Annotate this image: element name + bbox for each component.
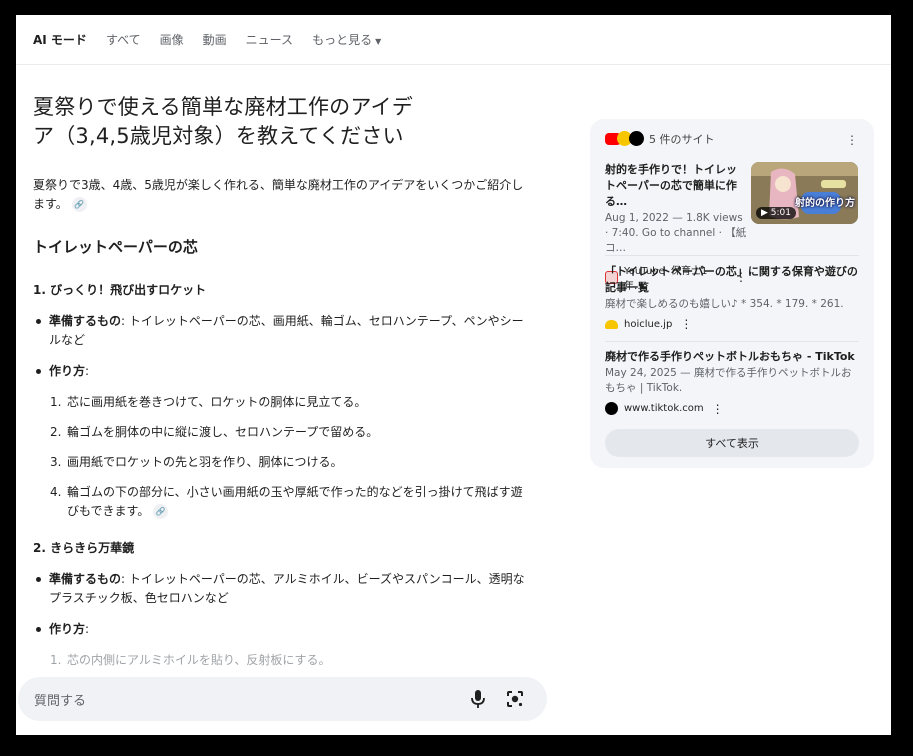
step-number: 3. bbox=[50, 455, 62, 469]
list-item: 作り方: bbox=[33, 620, 533, 639]
tab-more-label: もっと見る bbox=[312, 33, 373, 47]
tab-news[interactable]: ニュース bbox=[246, 31, 293, 48]
ai-answer: 夏祭りで使える簡単な廃材工作のアイデ ア（3,4,5歳児対象）を教えてください … bbox=[33, 93, 533, 681]
step-text: 芯に画用紙を巻きつけて、ロケットの胴体に見立てる。 bbox=[67, 395, 367, 409]
video-duration-text: 5:01 bbox=[770, 208, 792, 218]
search-mode-tabs: AI モード すべて 画像 動画 ニュース もっと見る ▼ bbox=[16, 15, 891, 65]
step-item: 1. 芯の内側にアルミホイルを貼り、反射板にする。 bbox=[50, 651, 533, 670]
ask-placeholder: 質問する bbox=[34, 693, 87, 709]
step-item: 3. 画用紙でロケットの先と羽を作り、胴体につける。 bbox=[50, 453, 533, 472]
answer-intro-text: 夏祭りで3歳、4歳、5歳児が楽しく作れる、簡単な廃材工作のアイデアをいくつかご紹… bbox=[33, 178, 524, 211]
step-text: 芯の内側にアルミホイルを貼り、反射板にする。 bbox=[67, 653, 331, 667]
idea-1-steps: 1. 芯に画用紙を巻きつけて、ロケットの胴体に見立てる。 2. 輪ゴムを胴体の中に縦… bbox=[50, 393, 533, 521]
browser-page: AI モード すべて 画像 動画 ニュース もっと見る ▼ 夏祭りで使える簡単な廃… bbox=[16, 15, 891, 735]
video-duration: ▶ 5:01 bbox=[756, 207, 797, 219]
howto-colon: : bbox=[85, 364, 90, 378]
source-site-name: www.tiktok.com bbox=[624, 403, 704, 414]
step-item: 2. 輪ゴムを胴体の中に縦に渡し、セロハンテープで留める。 bbox=[50, 423, 533, 442]
step-text: 輪ゴムを胴体の中に縦に渡し、セロハンテープで留める。 bbox=[67, 425, 379, 439]
more-options-icon[interactable]: ⋮ bbox=[712, 403, 724, 415]
idea-2-title: 2. きらきら万華鏡 bbox=[33, 541, 135, 555]
list-item: 準備するもの: トイレットペーパーの芯、アルミホイル、ビーズやスパンコール、透明… bbox=[33, 570, 533, 608]
sources-header: 5 件のサイト bbox=[605, 131, 715, 147]
source-favicons bbox=[605, 131, 645, 147]
more-options-icon[interactable]: ⋮ bbox=[846, 134, 858, 146]
more-options-icon[interactable]: ⋮ bbox=[680, 318, 692, 330]
lens-camera-icon[interactable] bbox=[505, 689, 525, 709]
step-number: 1. bbox=[50, 653, 62, 667]
tab-images[interactable]: 画像 bbox=[160, 31, 184, 48]
divider bbox=[605, 341, 859, 342]
materials-label: 準備するもの bbox=[49, 572, 122, 586]
materials-text: : トイレットペーパーの芯、アルミホイル、ビーズやスパンコール、透明なプラスチッ… bbox=[49, 572, 525, 605]
idea-2-steps: 1. 芯の内側にアルミホイルを貼り、反射板にする。 bbox=[50, 651, 533, 670]
howto-label: 作り方 bbox=[49, 622, 86, 636]
source-snippet: Aug 1, 2022 — 1.8K views · 7:40. Go to c… bbox=[605, 212, 747, 254]
query-line-1: 夏祭りで使える簡単な廃材工作のアイデ bbox=[33, 95, 413, 119]
list-item: 準備するもの: トイレットペーパーの芯、画用紙、輪ゴム、セロハンテープ、ペンやシ… bbox=[33, 312, 533, 350]
tiktok-favicon bbox=[605, 402, 618, 415]
idea-1-title: 1. びっくり！飛び出すロケット bbox=[33, 283, 207, 297]
source-site: www.tiktok.com ⋮ bbox=[605, 402, 859, 415]
microphone-icon[interactable] bbox=[469, 689, 487, 709]
tab-all[interactable]: すべて bbox=[106, 31, 141, 48]
source-snippet: 廃材で楽しめるのも嬉しい♪ * 354. * 179. * 261. bbox=[605, 298, 844, 310]
answer-intro: 夏祭りで3歳、4歳、5歳児が楽しく作れる、簡単な廃材工作のアイデアをいくつかご紹… bbox=[33, 176, 533, 214]
source-title[interactable]: 「トイレットペーパーの芯」に関する保育や遊びの記事一覧 bbox=[605, 264, 859, 296]
tab-more[interactable]: もっと見る ▼ bbox=[312, 31, 381, 48]
tab-videos[interactable]: 動画 bbox=[203, 31, 227, 48]
step-text: 輪ゴムの下の部分に、小さい画用紙の玉や厚紙で作った的などを引っ掛けて飛ばす遊びも… bbox=[67, 485, 523, 518]
idea-2-list: 準備するもの: トイレットペーパーの芯、アルミホイル、ビーズやスパンコール、透明… bbox=[33, 570, 533, 639]
step-number: 1. bbox=[50, 395, 62, 409]
howto-label: 作り方 bbox=[49, 364, 86, 378]
source-site-name: hoiclue.jp bbox=[624, 318, 673, 330]
idea-1-list: 準備するもの: トイレットペーパーの芯、画用紙、輪ゴム、セロハンテープ、ペンやシ… bbox=[33, 312, 533, 381]
caret-down-icon: ▼ bbox=[375, 37, 382, 46]
list-item: 作り方: bbox=[33, 362, 533, 381]
video-thumbnail[interactable]: 射的の作り方 ▶ 5:01 bbox=[751, 162, 858, 224]
thumbnail-caption: 射的の作り方 bbox=[795, 198, 855, 209]
query-title: 夏祭りで使える簡単な廃材工作のアイデ ア（3,4,5歳児対象）を教えてください bbox=[33, 93, 533, 151]
sources-panel: 5 件のサイト ⋮ 射的を手作りで！トイレットペーパーの芯で簡単に作る… Aug… bbox=[590, 119, 874, 468]
sources-count: 5 件のサイト bbox=[649, 133, 715, 146]
tab-ai-mode[interactable]: AI モード bbox=[33, 31, 87, 48]
source-card[interactable]: 「トイレットペーパーの芯」に関する保育や遊びの記事一覧 廃材で楽しめるのも嬉しい… bbox=[605, 264, 859, 330]
step-item: 4. 輪ゴムの下の部分に、小さい画用紙の玉や厚紙で作った的などを引っ掛けて飛ばす遊… bbox=[50, 483, 533, 521]
source-site: hoiclue.jp ⋮ bbox=[605, 318, 859, 330]
step-text: 画用紙でロケットの先と羽を作り、胴体につける。 bbox=[67, 455, 343, 469]
source-title[interactable]: 射的を手作りで！トイレットペーパーの芯で簡単に作る… bbox=[605, 162, 747, 210]
query-line-2: ア（3,4,5歳児対象）を教えてください bbox=[33, 124, 404, 148]
divider bbox=[605, 255, 859, 256]
section-title: トイレットペーパーの芯 bbox=[33, 238, 198, 256]
source-title[interactable]: 廃材で作る手作りペットボトルおもちゃ - TikTok bbox=[605, 349, 859, 365]
tiktok-icon bbox=[629, 131, 644, 146]
link-icon[interactable]: 🔗 bbox=[71, 197, 87, 212]
source-card[interactable]: 廃材で作る手作りペットボトルおもちゃ - TikTok May 24, 2025… bbox=[605, 349, 859, 415]
step-item: 1. 芯に画用紙を巻きつけて、ロケットの胴体に見立てる。 bbox=[50, 393, 533, 412]
step-number: 2. bbox=[50, 425, 62, 439]
ask-input[interactable]: 質問する bbox=[18, 677, 547, 721]
materials-label: 準備するもの bbox=[49, 314, 122, 328]
hoiclue-favicon bbox=[605, 319, 618, 329]
howto-colon: : bbox=[85, 622, 90, 636]
show-all-button[interactable]: すべて表示 bbox=[605, 429, 859, 457]
source-snippet: May 24, 2025 — 廃材で作る手作りペットボトルおもちゃ | TikT… bbox=[605, 367, 852, 394]
materials-text: : トイレットペーパーの芯、画用紙、輪ゴム、セロハンテープ、ペンやシールなど bbox=[49, 314, 524, 347]
step-number: 4. bbox=[50, 485, 62, 499]
link-icon[interactable]: 🔗 bbox=[153, 504, 169, 519]
